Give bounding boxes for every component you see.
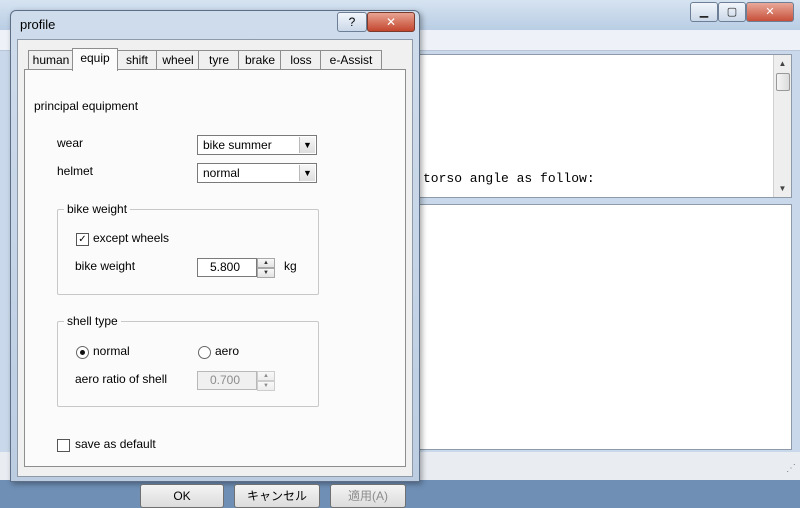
tab-wheel[interactable]: wheel [156, 50, 200, 69]
output-text: torso angle as follow: [423, 171, 595, 186]
spin-down-icon[interactable]: ▼ [257, 268, 275, 278]
chevron-down-icon[interactable]: ▼ [299, 165, 315, 181]
aero-ratio-spinner[interactable]: ▲ ▼ [257, 371, 275, 391]
tab-brake[interactable]: brake [238, 50, 282, 69]
apply-button[interactable]: 適用(A) [330, 484, 406, 508]
help-icon: ? [348, 15, 356, 29]
maximize-button[interactable]: ▢ [718, 2, 746, 22]
ok-button[interactable]: OK [140, 484, 224, 508]
tab-tyre[interactable]: tyre [198, 50, 240, 69]
tab-loss[interactable]: loss [280, 50, 322, 69]
bike-weight-spinner[interactable]: ▲ ▼ [257, 258, 275, 278]
spin-down-icon[interactable]: ▼ [257, 381, 275, 391]
spin-up-icon[interactable]: ▲ [257, 258, 275, 268]
minimize-icon: ▁ [699, 5, 709, 18]
aero-ratio-label: aero ratio of shell [75, 372, 168, 386]
dialog-close-button[interactable]: ✕ [367, 12, 415, 32]
bike-weight-unit: kg [284, 259, 297, 273]
aero-radio[interactable] [198, 346, 211, 359]
except-wheels-label: except wheels [93, 231, 170, 245]
chevron-down-icon[interactable]: ▼ [299, 137, 315, 153]
equip-tab-panel: principal equipment wear bike summer ▼ h… [24, 69, 406, 467]
vertical-scrollbar[interactable]: ▲ ▼ [773, 55, 791, 197]
log-pane[interactable] [416, 204, 792, 450]
dialog-body: human equip shift wheel tyre brake loss … [17, 39, 413, 508]
save-default-label: save as default [75, 437, 156, 451]
scroll-thumb[interactable] [776, 73, 790, 91]
resize-grip-icon[interactable]: ⋰ [786, 463, 796, 474]
tab-shift[interactable]: shift [116, 50, 158, 69]
tab-equip[interactable]: equip [72, 48, 118, 71]
output-pane[interactable]: torso angle as follow: ▲ ▼ [416, 54, 792, 198]
helmet-label: helmet [57, 164, 94, 178]
bike-weight-input[interactable]: 5.800 [197, 258, 257, 277]
wear-select[interactable]: bike summer ▼ [197, 135, 317, 155]
tab-human[interactable]: human [28, 50, 74, 69]
helmet-select[interactable]: normal ▼ [197, 163, 317, 183]
maximize-icon: ▢ [726, 5, 738, 18]
except-wheels-checkbox[interactable]: ✓ [76, 233, 89, 246]
aero-ratio-value: 0.700 [210, 373, 241, 387]
minimize-button[interactable]: ▁ [690, 2, 718, 22]
aero-ratio-input[interactable]: 0.700 [197, 371, 257, 390]
bike-weight-value: 5.800 [210, 260, 241, 274]
dialog-title: profile [20, 17, 56, 32]
close-icon: ✕ [765, 5, 775, 18]
scroll-up-icon[interactable]: ▲ [774, 55, 791, 72]
wear-value: bike summer [203, 138, 272, 152]
section-title: principal equipment [34, 99, 139, 113]
scroll-down-icon[interactable]: ▼ [774, 180, 791, 197]
help-button[interactable]: ? [337, 12, 367, 32]
normal-radio-label: normal [93, 344, 130, 358]
save-default-checkbox[interactable] [57, 439, 70, 452]
helmet-value: normal [203, 166, 240, 180]
tab-e-assist[interactable]: e-Assist [320, 50, 382, 69]
shell-type-group: shell type normal aero aero ratio of she… [57, 314, 319, 407]
main-close-button[interactable]: ✕ [746, 2, 794, 22]
close-icon: ✕ [385, 15, 397, 29]
bike-weight-label: bike weight [75, 259, 136, 273]
normal-radio[interactable] [76, 346, 89, 359]
shell-type-legend: shell type [64, 314, 121, 328]
wear-label: wear [57, 136, 84, 150]
aero-radio-label: aero [215, 344, 240, 358]
bike-weight-group: bike weight ✓ except wheels bike weight … [57, 202, 319, 295]
cancel-button[interactable]: キャンセル [234, 484, 320, 508]
profile-dialog: profile ? ✕ human equip shift wheel tyre… [10, 10, 420, 508]
spin-up-icon[interactable]: ▲ [257, 371, 275, 381]
checkmark-icon: ✓ [78, 234, 87, 245]
bike-weight-legend: bike weight [64, 202, 131, 216]
